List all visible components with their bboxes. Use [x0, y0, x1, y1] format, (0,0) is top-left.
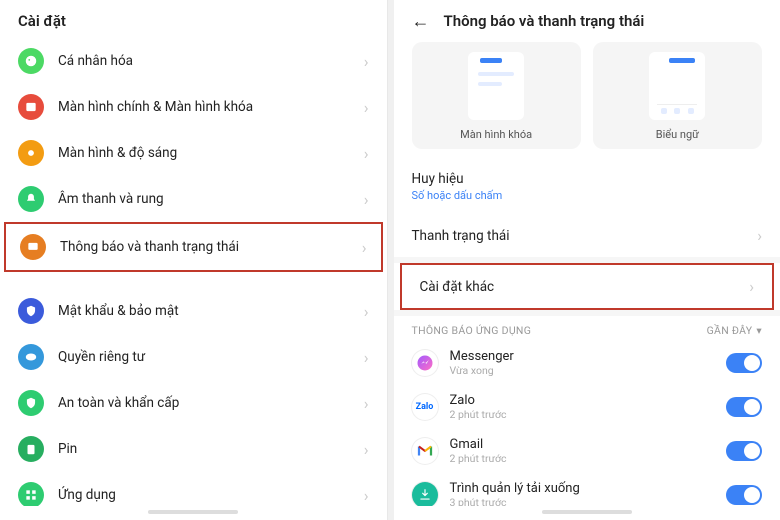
app-timestamp: 2 phút trước: [450, 408, 715, 421]
app-row[interactable]: MessengerVừa xong: [394, 341, 780, 385]
card-banner[interactable]: Biểu ngữ: [593, 42, 762, 149]
notif-content[interactable]: Màn hình khóa Biểu ngữ Huy hiệu Số hoặc …: [394, 38, 780, 506]
settings-item-label: An toàn và khẩn cấp: [58, 395, 350, 411]
settings-list[interactable]: Cá nhân hóa›Màn hình chính & Màn hình kh…: [0, 38, 387, 506]
notif-header: ← Thông báo và thanh trạng thái: [394, 0, 780, 38]
settings-item-privacy[interactable]: Quyền riêng tư ›: [0, 334, 387, 380]
settings-item-notif[interactable]: Thông báo và thanh trạng thái ›: [4, 222, 383, 272]
settings-title: Cài đặt: [18, 12, 66, 30]
settings-item-apps[interactable]: Ứng dụng ›: [0, 472, 387, 506]
back-icon[interactable]: ←: [412, 12, 430, 30]
app-row[interactable]: Gmail2 phút trước: [394, 429, 780, 473]
chevron-right-icon: ›: [362, 238, 367, 257]
other-settings-row[interactable]: Cài đặt khác ›: [400, 263, 775, 310]
home-indicator: [148, 510, 238, 514]
app-icon: [412, 438, 438, 464]
battery-icon: [18, 436, 44, 462]
chevron-right-icon: ›: [364, 98, 369, 117]
shield-check-icon: [18, 390, 44, 416]
chevron-right-icon: ›: [364, 144, 369, 163]
settings-item-battery[interactable]: Pin ›: [0, 426, 387, 472]
bell-icon: [18, 186, 44, 212]
app-timestamp: Vừa xong: [450, 364, 715, 377]
settings-item-display[interactable]: Màn hình & độ sáng ›: [0, 130, 387, 176]
chevron-right-icon: ›: [757, 226, 762, 245]
chevron-right-icon: ›: [364, 302, 369, 321]
other-settings-label: Cài đặt khác: [420, 279, 495, 295]
palette-icon: [18, 48, 44, 74]
sun-icon: [18, 140, 44, 166]
chevron-right-icon: ›: [364, 486, 369, 505]
notification-toggle[interactable]: [726, 485, 762, 505]
app-notif-list: MessengerVừa xongZaloZalo2 phút trướcGma…: [394, 341, 780, 506]
chevron-right-icon: ›: [364, 440, 369, 459]
settings-item-personalize[interactable]: Cá nhân hóa ›: [0, 38, 387, 84]
settings-item-emergency[interactable]: An toàn và khẩn cấp ›: [0, 380, 387, 426]
app-icon: [412, 350, 438, 376]
settings-item-label: Âm thanh và rung: [58, 191, 350, 207]
chevron-right-icon: ›: [364, 52, 369, 71]
chevron-right-icon: ›: [749, 277, 754, 296]
settings-item-label: Màn hình & độ sáng: [58, 145, 350, 161]
app-timestamp: 2 phút trước: [450, 452, 715, 465]
message-icon: [20, 234, 46, 260]
app-name: Messenger: [450, 349, 715, 364]
notification-toggle[interactable]: [726, 353, 762, 373]
image-icon: [18, 94, 44, 120]
eye-icon: [18, 344, 44, 370]
notification-toggle[interactable]: [726, 397, 762, 417]
settings-item-label: Màn hình chính & Màn hình khóa: [58, 99, 350, 115]
settings-item-label: Thông báo và thanh trạng thái: [60, 239, 348, 255]
settings-item-sound[interactable]: Âm thanh và rung ›: [0, 176, 387, 222]
card-banner-label: Biểu ngữ: [656, 128, 699, 141]
badge-title: Huy hiệu: [412, 171, 503, 187]
chevron-right-icon: ›: [364, 348, 369, 367]
settings-header: Cài đặt: [0, 0, 387, 38]
app-icon: Zalo: [412, 394, 438, 420]
settings-item-label: Ứng dụng: [58, 487, 350, 503]
sort-dropdown[interactable]: GẦN ĐÂY ▾: [707, 324, 762, 337]
settings-item-label: Cá nhân hóa: [58, 53, 350, 69]
sort-label: GẦN ĐÂY: [707, 324, 753, 337]
settings-item-security[interactable]: Mật khẩu & bảo mật ›: [0, 288, 387, 334]
settings-item-home-lock[interactable]: Màn hình chính & Màn hình khóa ›: [0, 84, 387, 130]
app-name: Zalo: [450, 393, 715, 408]
shield-icon: [18, 298, 44, 324]
app-notif-heading: THÔNG BÁO ỨNG DỤNG: [412, 324, 532, 337]
chevron-right-icon: ›: [364, 190, 369, 209]
app-name: Trình quản lý tải xuống: [450, 481, 715, 496]
badge-row[interactable]: Huy hiệu Số hoặc dấu chấm: [394, 159, 780, 214]
chevron-right-icon: ›: [364, 394, 369, 413]
app-timestamp: 3 phút trước: [450, 496, 715, 506]
notifications-screen: ← Thông báo và thanh trạng thái Màn hình…: [394, 0, 780, 520]
card-lockscreen-label: Màn hình khóa: [460, 128, 532, 141]
app-notif-header: THÔNG BÁO ỨNG DỤNG GẦN ĐÂY ▾: [394, 316, 780, 341]
app-icon: [412, 482, 438, 506]
settings-item-label: Quyền riêng tư: [58, 349, 350, 365]
statusbar-label: Thanh trạng thái: [412, 228, 510, 244]
notification-toggle[interactable]: [726, 441, 762, 461]
preview-cards: Màn hình khóa Biểu ngữ: [394, 38, 780, 159]
lockscreen-mock-icon: [468, 52, 524, 120]
app-row[interactable]: ZaloZalo2 phút trước: [394, 385, 780, 429]
app-name: Gmail: [450, 437, 715, 452]
banner-mock-icon: [649, 52, 705, 120]
card-lockscreen[interactable]: Màn hình khóa: [412, 42, 581, 149]
grid-icon: [18, 482, 44, 506]
statusbar-row[interactable]: Thanh trạng thái ›: [394, 214, 780, 257]
settings-item-label: Mật khẩu & bảo mật: [58, 303, 350, 319]
notif-title: Thông báo và thanh trạng thái: [444, 12, 645, 30]
home-indicator: [542, 510, 632, 514]
badge-subtitle: Số hoặc dấu chấm: [412, 189, 503, 202]
chevron-down-icon: ▾: [756, 324, 762, 337]
settings-item-label: Pin: [58, 441, 350, 457]
app-row[interactable]: Trình quản lý tải xuống3 phút trước: [394, 473, 780, 506]
settings-screen: Cài đặt Cá nhân hóa›Màn hình chính & Màn…: [0, 0, 388, 520]
